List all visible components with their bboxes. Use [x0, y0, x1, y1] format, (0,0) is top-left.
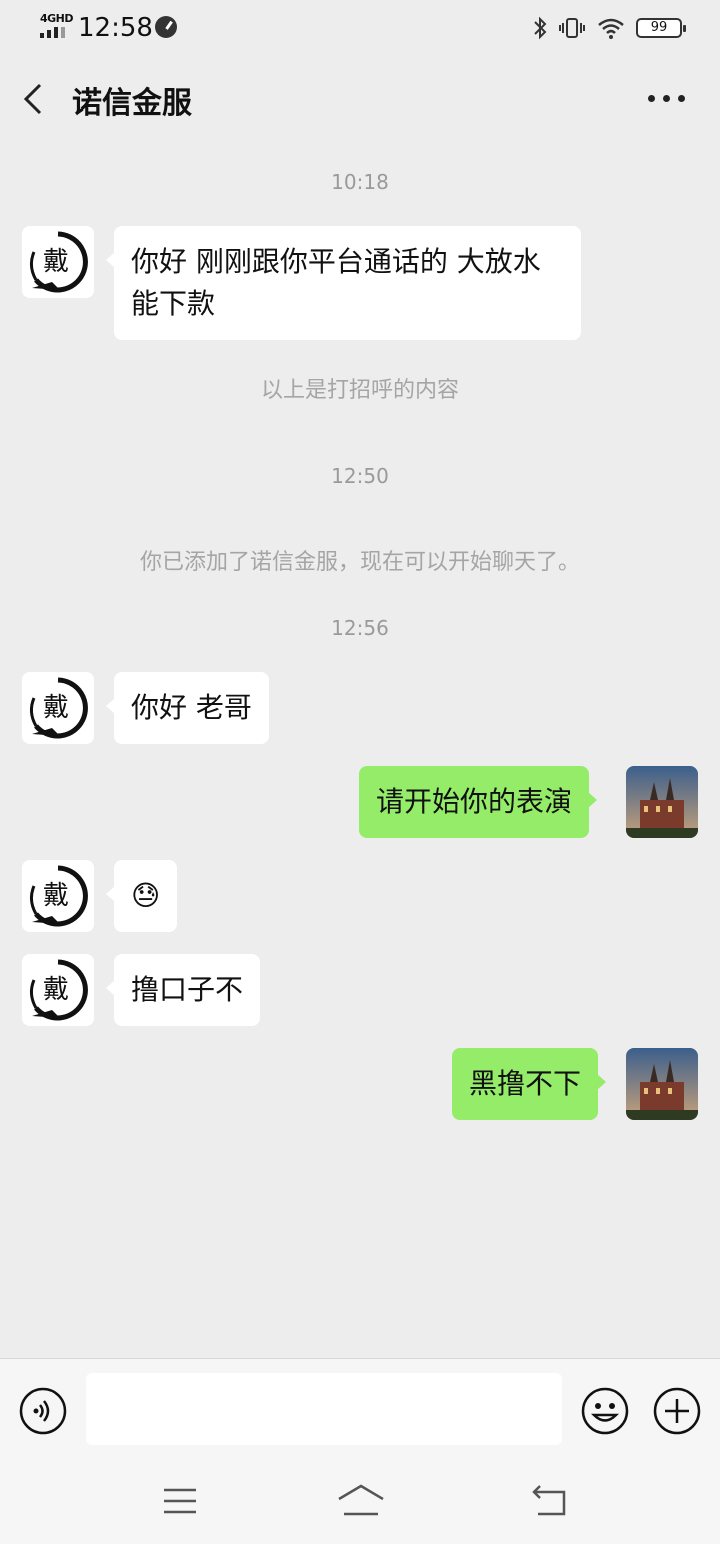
- input-bar: [0, 1358, 720, 1462]
- system-note: 以上是打招呼的内容: [260, 378, 459, 403]
- network-type: 4GHD: [40, 12, 74, 25]
- wifi-icon: [598, 18, 624, 39]
- menu-icon[interactable]: [162, 1486, 198, 1516]
- svg-text:戴: 戴: [43, 247, 69, 277]
- message-list: 10:18 戴 你好 刚刚跟你平台通话的 大放水 能下款 以上是打招呼的内容 1…: [0, 142, 720, 1358]
- sent-message[interactable]: 请开始你的表演: [359, 766, 598, 838]
- contact-avatar[interactable]: 戴: [22, 954, 94, 1026]
- chevron-left-icon[interactable]: [20, 82, 50, 116]
- contact-avatar[interactable]: 戴: [22, 860, 94, 932]
- received-message[interactable]: 你好 老哥: [106, 672, 269, 744]
- home-icon[interactable]: [336, 1482, 386, 1518]
- received-message[interactable]: 撸口子不: [105, 954, 261, 1026]
- emoji-icon[interactable]: [580, 1386, 630, 1436]
- sent-message[interactable]: 黑撸不下: [452, 1048, 607, 1120]
- status-bar: 4GHD 12:58 99: [0, 0, 720, 56]
- received-message[interactable]: 😓: [105, 860, 178, 932]
- contact-avatar[interactable]: 戴: [22, 672, 94, 744]
- battery-icon: 99: [636, 18, 686, 38]
- bluetooth-icon: [534, 16, 547, 40]
- chat-header: 诺信金服: [0, 56, 720, 142]
- signal-icon: [40, 27, 65, 38]
- chat-title: 诺信金服: [72, 86, 192, 121]
- received-message[interactable]: 你好 刚刚跟你平台通话的 大放水 能下款: [106, 226, 581, 340]
- svg-text:戴: 戴: [43, 693, 69, 723]
- my-avatar[interactable]: [626, 1048, 698, 1120]
- timestamp: 10:18: [331, 170, 389, 194]
- system-nav-bar: [0, 1462, 720, 1544]
- timestamp: 12:56: [331, 616, 389, 640]
- message-input[interactable]: [86, 1373, 562, 1445]
- svg-text:戴: 戴: [43, 975, 69, 1005]
- contact-avatar[interactable]: 戴: [22, 226, 94, 298]
- alarm-icon: [155, 16, 177, 38]
- my-avatar[interactable]: [626, 766, 698, 838]
- system-note: 你已添加了诺信金服，现在可以开始聊天了。: [139, 550, 580, 575]
- back-icon[interactable]: [530, 1484, 570, 1518]
- svg-text:戴: 戴: [43, 881, 69, 911]
- status-time: 12:58: [78, 13, 153, 43]
- vibrate-icon: [559, 18, 585, 38]
- plus-icon[interactable]: [652, 1386, 702, 1436]
- more-dots-icon[interactable]: [648, 88, 688, 108]
- timestamp: 12:50: [331, 464, 389, 488]
- voice-icon[interactable]: [18, 1386, 68, 1436]
